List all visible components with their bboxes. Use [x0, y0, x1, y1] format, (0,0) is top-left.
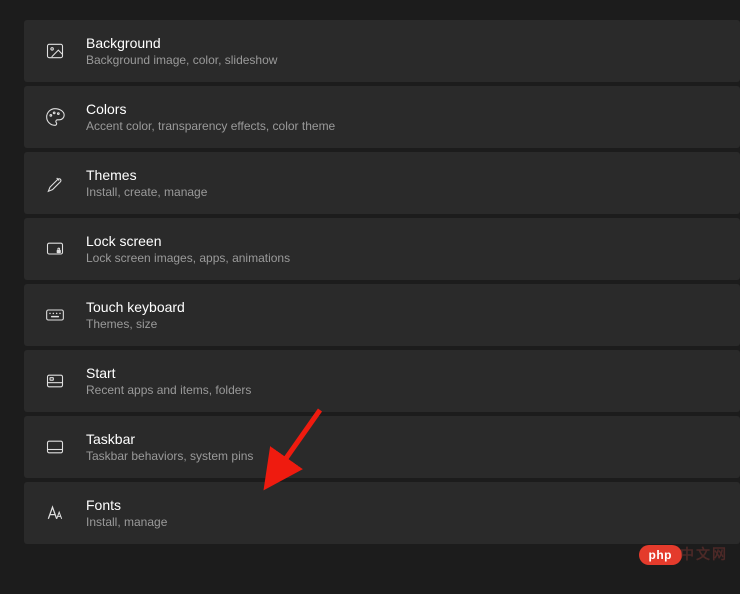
- setting-text: Background Background image, color, slid…: [86, 35, 277, 67]
- setting-desc: Lock screen images, apps, animations: [86, 251, 290, 265]
- setting-desc: Install, create, manage: [86, 185, 207, 199]
- setting-title: Lock screen: [86, 233, 290, 249]
- settings-list: Background Background image, color, slid…: [0, 20, 740, 544]
- setting-text: Start Recent apps and items, folders: [86, 365, 251, 397]
- watermark: php中文网: [639, 544, 729, 564]
- setting-item-background[interactable]: Background Background image, color, slid…: [24, 20, 740, 82]
- start-icon: [44, 370, 66, 392]
- setting-title: Start: [86, 365, 251, 381]
- setting-item-lock-screen[interactable]: Lock screen Lock screen images, apps, an…: [24, 218, 740, 280]
- fonts-icon: [44, 502, 66, 524]
- setting-text: Touch keyboard Themes, size: [86, 299, 185, 331]
- picture-icon: [44, 40, 66, 62]
- setting-desc: Install, manage: [86, 515, 167, 529]
- watermark-suffix: 中文网: [680, 546, 728, 562]
- setting-item-touch-keyboard[interactable]: Touch keyboard Themes, size: [24, 284, 740, 346]
- setting-title: Taskbar: [86, 431, 253, 447]
- keyboard-icon: [44, 304, 66, 326]
- taskbar-icon: [44, 436, 66, 458]
- setting-desc: Background image, color, slideshow: [86, 53, 277, 67]
- lock-screen-icon: [44, 238, 66, 260]
- setting-item-themes[interactable]: Themes Install, create, manage: [24, 152, 740, 214]
- setting-text: Themes Install, create, manage: [86, 167, 207, 199]
- setting-desc: Themes, size: [86, 317, 185, 331]
- setting-item-start[interactable]: Start Recent apps and items, folders: [24, 350, 740, 412]
- setting-text: Lock screen Lock screen images, apps, an…: [86, 233, 290, 265]
- setting-title: Touch keyboard: [86, 299, 185, 315]
- setting-title: Fonts: [86, 497, 167, 513]
- setting-title: Background: [86, 35, 277, 51]
- setting-text: Colors Accent color, transparency effect…: [86, 101, 335, 133]
- setting-item-fonts[interactable]: Fonts Install, manage: [24, 482, 740, 544]
- setting-item-colors[interactable]: Colors Accent color, transparency effect…: [24, 86, 740, 148]
- setting-desc: Taskbar behaviors, system pins: [86, 449, 253, 463]
- setting-text: Taskbar Taskbar behaviors, system pins: [86, 431, 253, 463]
- paintbrush-icon: [44, 172, 66, 194]
- setting-item-taskbar[interactable]: Taskbar Taskbar behaviors, system pins: [24, 416, 740, 478]
- watermark-brand: php: [639, 545, 683, 565]
- setting-desc: Recent apps and items, folders: [86, 383, 251, 397]
- palette-icon: [44, 106, 66, 128]
- setting-desc: Accent color, transparency effects, colo…: [86, 119, 335, 133]
- setting-title: Themes: [86, 167, 207, 183]
- setting-title: Colors: [86, 101, 335, 117]
- setting-text: Fonts Install, manage: [86, 497, 167, 529]
